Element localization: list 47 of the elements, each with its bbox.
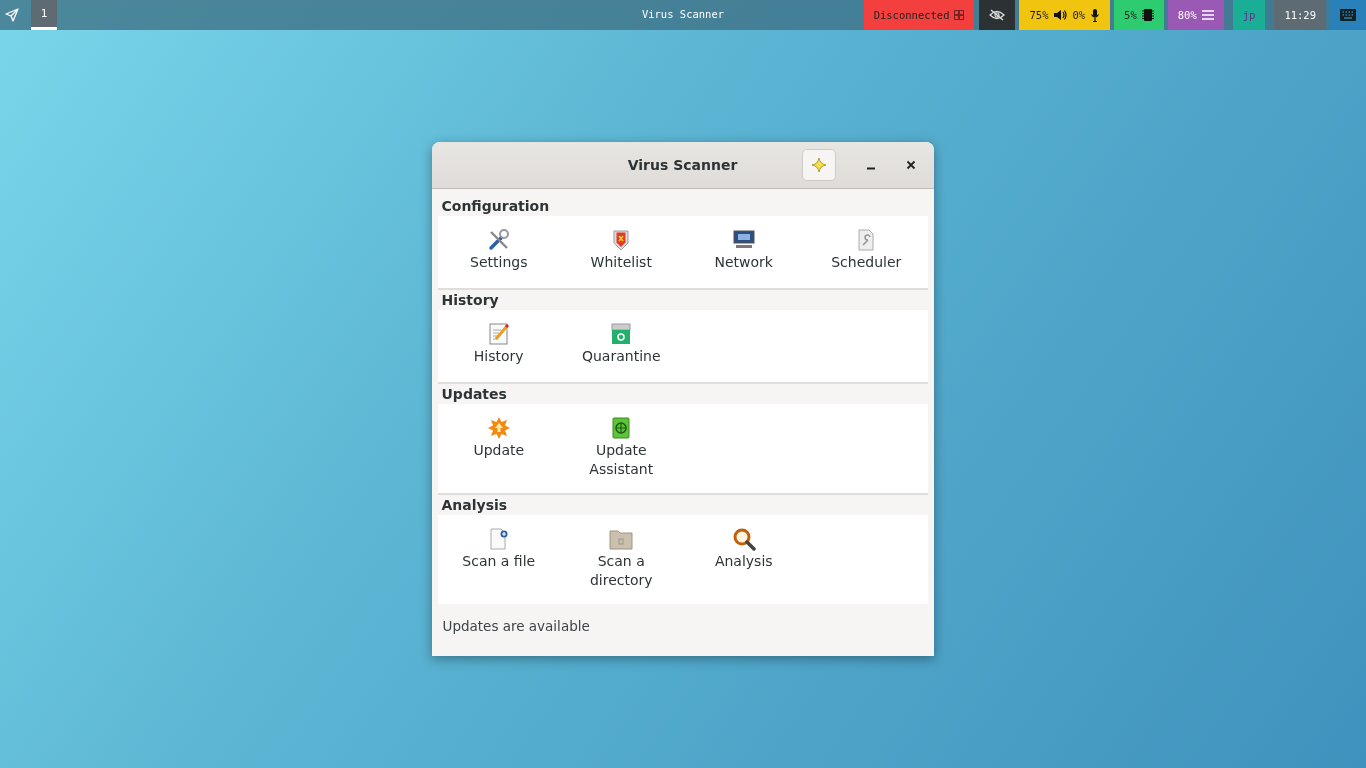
window-title: Virus Scanner	[641, 8, 725, 20]
cpu-text: 5%	[1124, 9, 1137, 21]
workspace-button[interactable]: 1	[31, 0, 57, 30]
window-title: Virus Scanner	[627, 157, 738, 173]
starburst-icon	[486, 416, 511, 440]
launcher-button[interactable]: Settings	[437, 226, 560, 278]
launcher-button[interactable]: Quarantine	[560, 320, 683, 372]
recycle-box-icon	[609, 322, 634, 346]
status-block[interactable]	[1330, 0, 1366, 30]
launcher-button[interactable]: Whitelist	[560, 226, 683, 278]
close-icon[interactable]	[905, 160, 916, 170]
mic-text: 0%	[1072, 9, 1086, 21]
launcher-button[interactable]: History	[437, 320, 560, 372]
send-icon[interactable]	[5, 8, 19, 22]
status-block[interactable]: 80%	[1167, 0, 1224, 30]
status-block[interactable]: 5%	[1114, 0, 1164, 30]
launcher-button[interactable]: Scan a file	[437, 525, 560, 594]
status-text: Disconnected	[873, 9, 950, 21]
clock-text: 11:29	[1284, 9, 1316, 21]
microphone-icon	[1090, 8, 1101, 22]
status-block[interactable]: 11:29	[1274, 0, 1326, 30]
layout-text: jp	[1242, 9, 1256, 21]
status-message: Updates are available	[441, 617, 591, 634]
launcher-button[interactable]: Scan a directory	[560, 525, 683, 594]
status-block[interactable]	[979, 0, 1016, 30]
chip-icon	[1141, 8, 1154, 22]
network-icon	[954, 10, 965, 20]
status-block[interactable]: 75% 0%	[1019, 0, 1111, 30]
launcher-button[interactable]: Analysis	[682, 525, 805, 594]
launcher-button[interactable]: Update Assistant	[560, 414, 683, 483]
keyboard-icon	[1340, 9, 1356, 21]
sparkle-icon	[810, 157, 827, 173]
section-heading: Configuration	[440, 198, 551, 216]
magnifier-icon	[731, 527, 756, 551]
memory-text: 80%	[1177, 9, 1197, 21]
eye-slash-icon	[989, 9, 1006, 21]
launcher-button[interactable]: Update	[437, 414, 560, 483]
launcher-button[interactable]: Scheduler	[805, 226, 928, 278]
tools-icon	[486, 228, 511, 252]
speaker-icon	[1053, 9, 1068, 21]
volume-text: 75%	[1029, 9, 1049, 21]
launcher-button[interactable]: Network	[682, 226, 805, 278]
star-button[interactable]	[801, 149, 836, 181]
notepad-pencil-icon	[486, 322, 511, 346]
folder-icon	[609, 527, 634, 551]
menu-icon	[1201, 10, 1214, 20]
status-block[interactable]: Disconnected	[863, 0, 975, 30]
